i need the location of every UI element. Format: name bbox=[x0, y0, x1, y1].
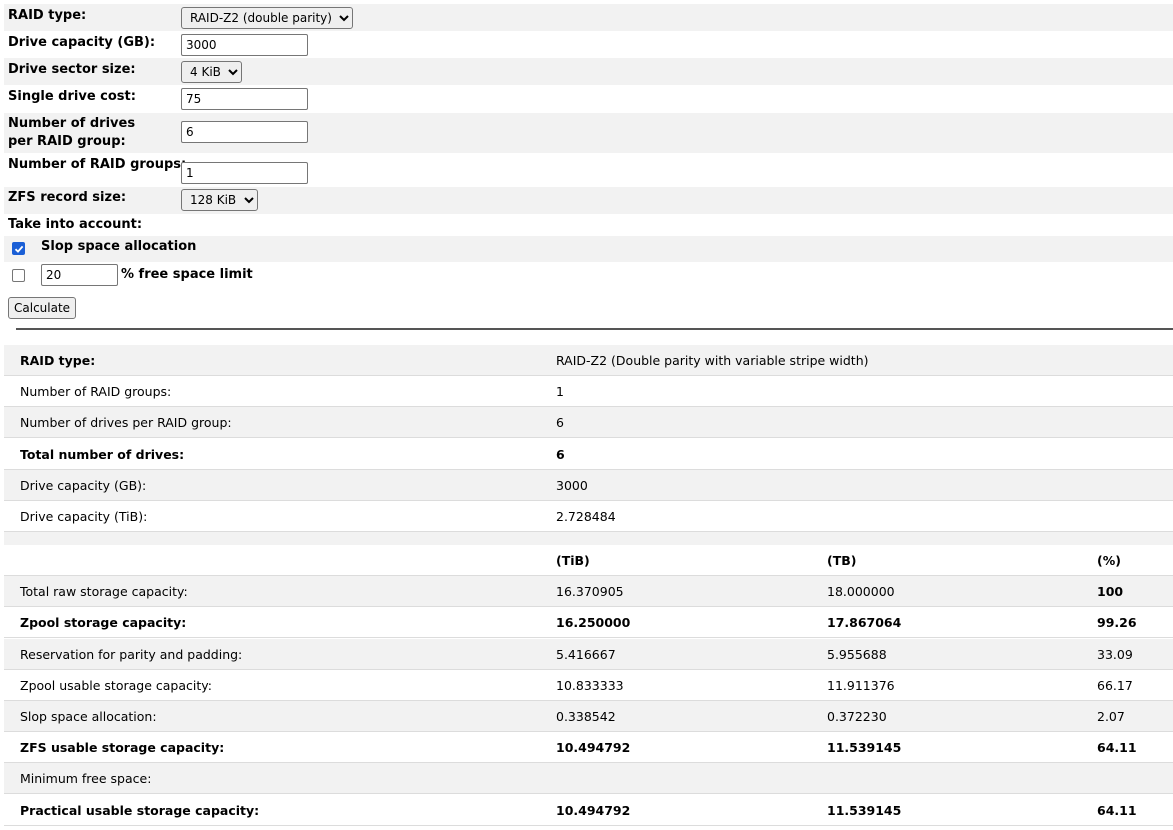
percent-value: 2.07 bbox=[1097, 709, 1125, 724]
drive-capacity-input[interactable] bbox=[181, 34, 308, 56]
drives-per-group-label: Number of drives per RAID group: bbox=[8, 116, 136, 149]
tb-value: 5.955688 bbox=[827, 646, 887, 662]
row-value: 2.728484 bbox=[556, 509, 616, 524]
calculate-button[interactable]: Calculate bbox=[8, 297, 77, 319]
row-value: 3000 bbox=[556, 477, 588, 493]
column-header: (TB) bbox=[827, 553, 857, 568]
row-label: Zpool usable storage capacity: bbox=[20, 677, 212, 693]
sector-size-row: Drive sector size: 4 KiB bbox=[4, 58, 1173, 85]
row-label: ZFS usable storage capacity: bbox=[20, 740, 225, 756]
drive-cost-row: Single drive cost: bbox=[4, 85, 1173, 113]
free-space-label: % free space limit bbox=[121, 267, 253, 282]
row-label: Total raw storage capacity: bbox=[20, 584, 188, 600]
table-row: Drive capacity (TiB): 2.728484 bbox=[4, 501, 1173, 532]
row-label: Drive capacity (GB): bbox=[20, 477, 147, 493]
tib-value: 16.370905 bbox=[556, 584, 624, 600]
table-row: Number of RAID groups: 1 bbox=[4, 376, 1173, 408]
drives-per-group-row: Number of drives per RAID group: bbox=[4, 113, 1173, 153]
raid-type-select[interactable]: RAID-Z2 (double parity) bbox=[181, 7, 353, 29]
percent-value: 100 bbox=[1097, 584, 1124, 600]
tib-value: 10.833333 bbox=[556, 677, 624, 693]
sector-size-select[interactable]: 4 KiB bbox=[181, 61, 242, 83]
table-row: Number of drives per RAID group: 6 bbox=[4, 407, 1173, 439]
column-header: (%) bbox=[1097, 553, 1121, 568]
column-header: (TiB) bbox=[556, 553, 590, 568]
percent-value: 99.26 bbox=[1097, 615, 1137, 631]
percent-value: 64.11 bbox=[1097, 802, 1137, 818]
row-label: Number of drives per RAID group: bbox=[20, 415, 232, 431]
table-row: Zpool usable storage capacity: 10.833333 1… bbox=[4, 670, 1173, 701]
take-into-account-label: Take into account: bbox=[8, 217, 143, 232]
raid-groups-input[interactable] bbox=[181, 162, 308, 184]
raid-groups-row: Number of RAID groups: bbox=[4, 153, 1173, 187]
row-label: Drive capacity (TiB): bbox=[20, 509, 148, 524]
table-spacer bbox=[4, 532, 1173, 545]
table-row: Zpool storage capacity: 16.250000 17.86706… bbox=[4, 607, 1173, 639]
row-label: Minimum free space: bbox=[20, 771, 152, 787]
tb-value: 11.539145 bbox=[827, 740, 902, 756]
table-row: Slop space allocation: 0.338542 0.372230 2.… bbox=[4, 701, 1173, 732]
slop-checkbox[interactable] bbox=[12, 242, 25, 255]
raid-type-row: RAID type: RAID-Z2 (double parity) bbox=[4, 4, 1173, 31]
tb-value: 11.539145 bbox=[827, 802, 902, 818]
tb-value: 11.911376 bbox=[827, 677, 895, 693]
row-label: RAID type: bbox=[20, 353, 96, 368]
record-size-select[interactable]: 128 KiB bbox=[181, 189, 258, 211]
drive-cost-input[interactable] bbox=[181, 88, 308, 110]
free-space-checkbox[interactable] bbox=[12, 269, 25, 282]
drives-per-group-input[interactable] bbox=[181, 121, 308, 143]
row-label: Number of RAID groups: bbox=[20, 384, 172, 400]
table-row: Total raw storage capacity: 16.370905 18.0… bbox=[4, 576, 1173, 608]
row-label: Zpool storage capacity: bbox=[20, 615, 187, 631]
tb-value: 18.000000 bbox=[827, 584, 895, 600]
percent-value: 66.17 bbox=[1097, 677, 1133, 693]
table-row: RAID type: RAID-Z2 (Double parity with va… bbox=[4, 345, 1173, 376]
free-space-input[interactable] bbox=[41, 264, 118, 286]
raid-type-label: RAID type: bbox=[8, 8, 87, 23]
table-row: Minimum free space: bbox=[4, 763, 1173, 795]
table-row: Practical usable storage capacity: 10.494… bbox=[4, 795, 1173, 826]
table-row: Reservation for parity and padding: 5.416… bbox=[4, 638, 1173, 670]
take-into-account-row: Take into account: bbox=[4, 214, 1173, 236]
row-value: RAID-Z2 (Double parity with variable str… bbox=[556, 353, 869, 368]
drive-capacity-label: Drive capacity (GB): bbox=[8, 35, 156, 50]
free-space-row: % free space limit bbox=[4, 262, 1173, 292]
divider bbox=[16, 328, 1173, 330]
table-row: Drive capacity (GB): 3000 bbox=[4, 469, 1173, 501]
tib-value: 0.338542 bbox=[556, 709, 616, 724]
sector-size-label: Drive sector size: bbox=[8, 62, 136, 77]
table-row: ZFS usable storage capacity: 10.494792 11.… bbox=[4, 732, 1173, 764]
table-row: Total number of drives: 6 bbox=[4, 439, 1173, 470]
tib-value: 5.416667 bbox=[556, 646, 616, 662]
drive-capacity-row: Drive capacity (GB): bbox=[4, 31, 1173, 58]
slop-label: Slop space allocation bbox=[41, 239, 197, 254]
record-size-label: ZFS record size: bbox=[8, 190, 127, 205]
tib-value: 16.250000 bbox=[556, 615, 631, 631]
slop-row: Slop space allocation bbox=[4, 236, 1173, 262]
drive-cost-label: Single drive cost: bbox=[8, 89, 136, 104]
tib-value: 10.494792 bbox=[556, 740, 631, 756]
row-value: 6 bbox=[556, 446, 565, 462]
row-value: 6 bbox=[556, 415, 564, 431]
row-label: Reservation for parity and padding: bbox=[20, 646, 243, 662]
row-label: Practical usable storage capacity: bbox=[20, 802, 260, 818]
record-size-row: ZFS record size: 128 KiB bbox=[4, 187, 1173, 214]
checkmark-icon bbox=[14, 245, 24, 253]
capacity-header-row: (TiB) (TB) (%) bbox=[4, 545, 1173, 576]
row-label: Slop space allocation: bbox=[20, 709, 157, 724]
row-value: 1 bbox=[556, 384, 564, 400]
raid-groups-label: Number of RAID groups: bbox=[8, 157, 187, 172]
tib-value: 10.494792 bbox=[556, 802, 631, 818]
percent-value: 33.09 bbox=[1097, 646, 1133, 662]
tb-value: 0.372230 bbox=[827, 709, 887, 724]
percent-value: 64.11 bbox=[1097, 740, 1137, 756]
row-label: Total number of drives: bbox=[20, 446, 185, 462]
tb-value: 17.867064 bbox=[827, 615, 902, 631]
